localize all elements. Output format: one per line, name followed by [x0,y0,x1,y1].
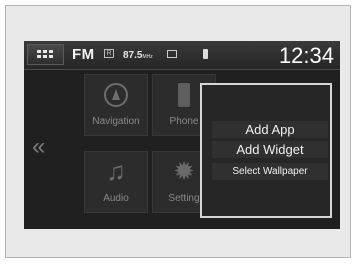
clock: 12:34 [278,43,334,68]
music-note-icon: ♫ [106,156,126,186]
tuner-screen-icon [167,50,177,58]
tile-label: Navigation [92,116,140,127]
chevron-left-icon[interactable]: « [32,133,45,161]
frequency-value: 87.5 [123,50,143,61]
frequency-display: 87.5MHz [123,50,153,61]
tile-label: Audio [103,193,129,204]
phone-icon [178,83,190,107]
add-app-menu-item[interactable]: Add App [212,121,328,138]
navigation-icon [104,83,128,107]
tile-audio[interactable]: ♫ Audio [84,151,148,213]
phone-status-icon [203,49,208,59]
tile-navigation[interactable]: Navigation [84,74,148,136]
frequency-unit: MHz [142,54,153,60]
display-screen: FM R 87.5MHz 12:34 « Navigation Phone ♫ … [24,41,340,229]
page-indicator [157,221,205,229]
home-button[interactable] [27,44,64,65]
home-options-popup: Add App Add Widget Select Wallpaper [200,83,332,218]
select-wallpaper-menu-item[interactable]: Select Wallpaper [212,163,328,180]
status-bar: FM R 87.5MHz 12:34 [24,41,340,70]
audio-source-label: FM [72,46,95,63]
add-widget-menu-item[interactable]: Add Widget [212,141,328,158]
rds-icon: R [104,49,114,58]
gear-icon: ✹ [173,156,195,186]
